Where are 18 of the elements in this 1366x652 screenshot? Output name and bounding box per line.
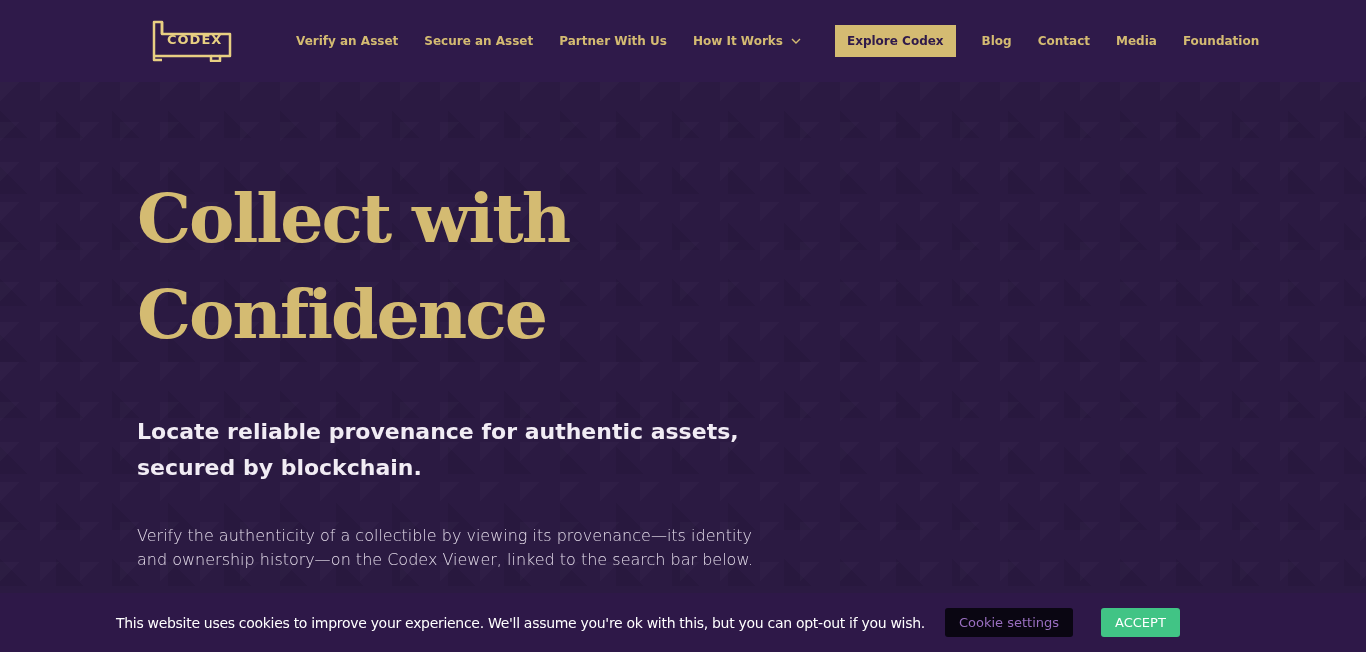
logo-text: CODEX [167,32,223,47]
cookie-settings-button[interactable]: Cookie settings [944,608,1074,637]
explore-button[interactable]: Explore Codex [834,25,956,57]
nav-link[interactable]: Contact [1037,34,1090,48]
hero-subtitle: Locate reliable provenance for authentic assets, secured by blockchain. [137,418,740,482]
nav-link[interactable]: Foundation [1182,34,1260,48]
codex-logo[interactable]: CODEX [150,20,234,62]
cookie-message: This website uses cookies to improve your experience. We'll assume you're ok with this, but you can opt-out if you wish. [116,614,925,631]
nav-link[interactable]: Secure an Asset [424,34,534,48]
scroll-icon [150,20,234,62]
nav-link[interactable]: Partner With Us [559,34,667,48]
nav-dropdown[interactable]: How It Works [692,34,801,48]
nav-link[interactable]: Verify an Asset [296,34,399,48]
caret-icon [790,38,801,44]
hero-heading: Collect with Confidence [137,177,571,356]
hero-description: Verify the authenticity of a collectible by viewing its provenance—its identity and ownership history—on the Codex Viewer, linked to the search bar below. [137,525,755,571]
nav-link[interactable]: Media [1116,34,1157,48]
nav-link[interactable]: Blog [981,34,1012,48]
